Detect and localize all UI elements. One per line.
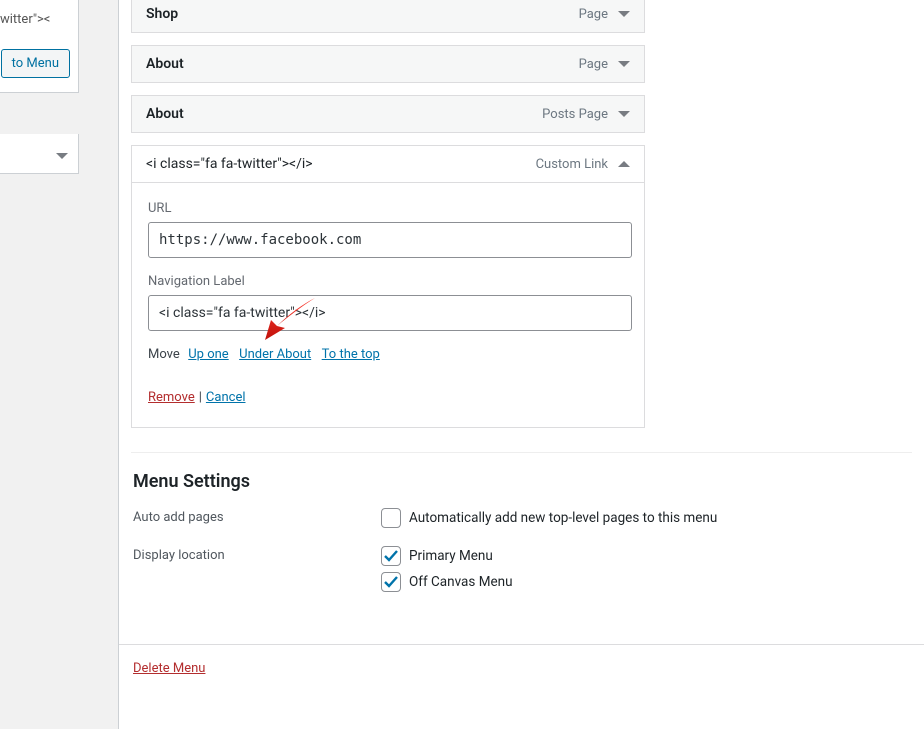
- auto-add-pages-text: Automatically add new top-level pages to…: [409, 510, 717, 526]
- menu-item-custom-link-header[interactable]: <i class="fa fa-twitter"></i> Custom Lin…: [131, 145, 645, 183]
- menu-item-type: Posts Page: [542, 107, 608, 122]
- primary-menu-text: Primary Menu: [409, 548, 493, 564]
- item-actions-row: Remove | Cancel: [148, 390, 628, 405]
- menu-item-type: Custom Link: [536, 157, 608, 172]
- offcanvas-menu-text: Off Canvas Menu: [409, 574, 513, 590]
- menu-item-type: Page: [579, 57, 608, 72]
- move-row: Move Up one Under About To the top: [148, 347, 628, 362]
- separator: |: [199, 390, 202, 405]
- display-location-label: Display location: [133, 546, 381, 563]
- menu-item-about-page[interactable]: About Page: [131, 45, 645, 83]
- remove-link[interactable]: Remove: [148, 390, 195, 405]
- menu-item-title: <i class="fa fa-twitter"></i>: [146, 156, 313, 172]
- menu-structure-panel: Shop Page About Page About Posts Page <i…: [118, 0, 924, 729]
- chevron-down-icon[interactable]: [618, 11, 630, 17]
- menu-item-title: About: [146, 56, 184, 72]
- auto-add-pages-checkbox[interactable]: [381, 508, 401, 528]
- url-label: URL: [148, 201, 628, 216]
- accordion-panel-fragment: witter">< to Menu: [0, 0, 79, 93]
- menu-footer: Delete Menu: [119, 644, 924, 676]
- custom-link-preview-fragment: witter"><: [0, 0, 78, 39]
- chevron-down-icon: [56, 153, 68, 159]
- offcanvas-menu-checkbox[interactable]: [381, 572, 401, 592]
- menu-item-title: About: [146, 106, 184, 122]
- chevron-down-icon[interactable]: [618, 61, 630, 67]
- url-input[interactable]: [148, 222, 632, 258]
- cancel-link[interactable]: Cancel: [206, 390, 246, 405]
- auto-add-pages-label: Auto add pages: [133, 508, 381, 525]
- menu-settings-section: Menu Settings Auto add pages Automatical…: [119, 453, 924, 620]
- navigation-label-label: Navigation Label: [148, 274, 628, 289]
- menu-item-shop[interactable]: Shop Page: [131, 0, 645, 33]
- menu-item-type: Page: [579, 7, 608, 22]
- primary-menu-checkbox[interactable]: [381, 546, 401, 566]
- chevron-up-icon[interactable]: [618, 161, 630, 167]
- menu-item-custom-link-body: URL Navigation Label Move Up one Under A…: [131, 183, 645, 428]
- move-up-one-link[interactable]: Up one: [188, 347, 228, 362]
- move-to-top-link[interactable]: To the top: [322, 347, 380, 362]
- accordion-collapse-row[interactable]: [0, 134, 79, 174]
- menu-item-about-posts[interactable]: About Posts Page: [131, 95, 645, 133]
- chevron-down-icon[interactable]: [618, 111, 630, 117]
- move-label: Move: [148, 347, 180, 362]
- navigation-label-input[interactable]: [148, 295, 632, 331]
- delete-menu-link[interactable]: Delete Menu: [133, 661, 205, 676]
- menu-item-title: Shop: [146, 6, 178, 22]
- check-icon: [383, 548, 399, 564]
- move-under-about-link[interactable]: Under About: [239, 347, 311, 362]
- add-to-menu-button[interactable]: to Menu: [1, 49, 70, 78]
- menu-settings-heading: Menu Settings: [133, 471, 910, 492]
- check-icon: [383, 574, 399, 590]
